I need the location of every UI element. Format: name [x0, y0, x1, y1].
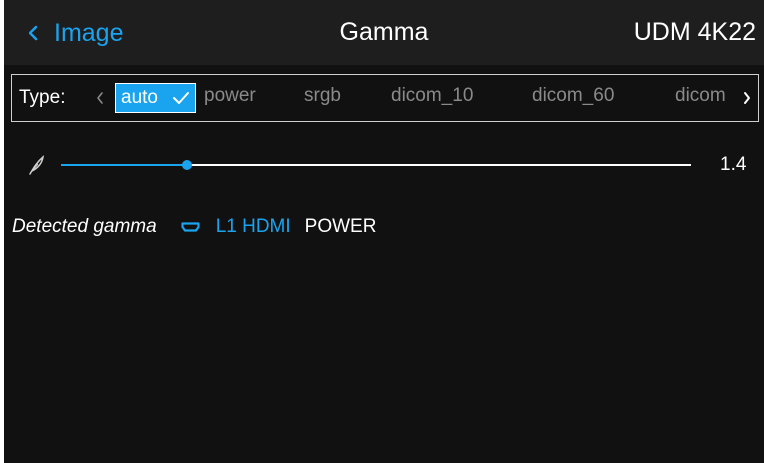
chevron-right-icon	[744, 92, 750, 104]
back-button[interactable]: Image	[22, 18, 123, 48]
chevron-left-icon	[28, 25, 38, 41]
type-selector: Type: auto power srgb dicom_10 dicom_60 …	[11, 74, 759, 122]
page-title: Gamma	[339, 18, 429, 46]
detected-gamma-value: POWER	[304, 216, 377, 237]
back-label: Image	[54, 18, 124, 47]
type-option-dicom[interactable]: dicom	[675, 85, 726, 107]
type-label: Type:	[19, 87, 66, 108]
detected-gamma-row: Detected gamma L1 HDMI POWER	[12, 213, 376, 241]
type-option-srgb[interactable]: srgb	[304, 85, 341, 107]
feather-icon	[29, 155, 45, 175]
detected-gamma-label: Detected gamma	[12, 216, 157, 237]
gamma-slider-row: 1.4	[4, 148, 764, 182]
header-bar: Image Gamma UDM 4K22	[4, 0, 764, 65]
type-option-auto[interactable]: auto	[115, 83, 196, 113]
hdmi-icon	[181, 222, 200, 232]
gamma-slider[interactable]	[61, 160, 691, 170]
scroll-right-button[interactable]	[736, 75, 758, 121]
slider-fill	[61, 164, 187, 166]
screen: Image Gamma UDM 4K22 Type: auto power sr…	[4, 0, 764, 463]
chevron-left-icon[interactable]	[94, 89, 106, 107]
type-option-dicom-10[interactable]: dicom_10	[391, 85, 473, 107]
check-icon	[173, 92, 189, 104]
type-option-dicom-60[interactable]: dicom_60	[532, 85, 614, 107]
type-option-label: auto	[121, 87, 158, 108]
detected-source: L1 HDMI	[215, 216, 291, 237]
type-option-power[interactable]: power	[204, 85, 256, 107]
slider-thumb[interactable]	[182, 160, 192, 170]
device-name: UDM 4K22	[633, 18, 756, 46]
slider-value: 1.4	[720, 154, 747, 175]
